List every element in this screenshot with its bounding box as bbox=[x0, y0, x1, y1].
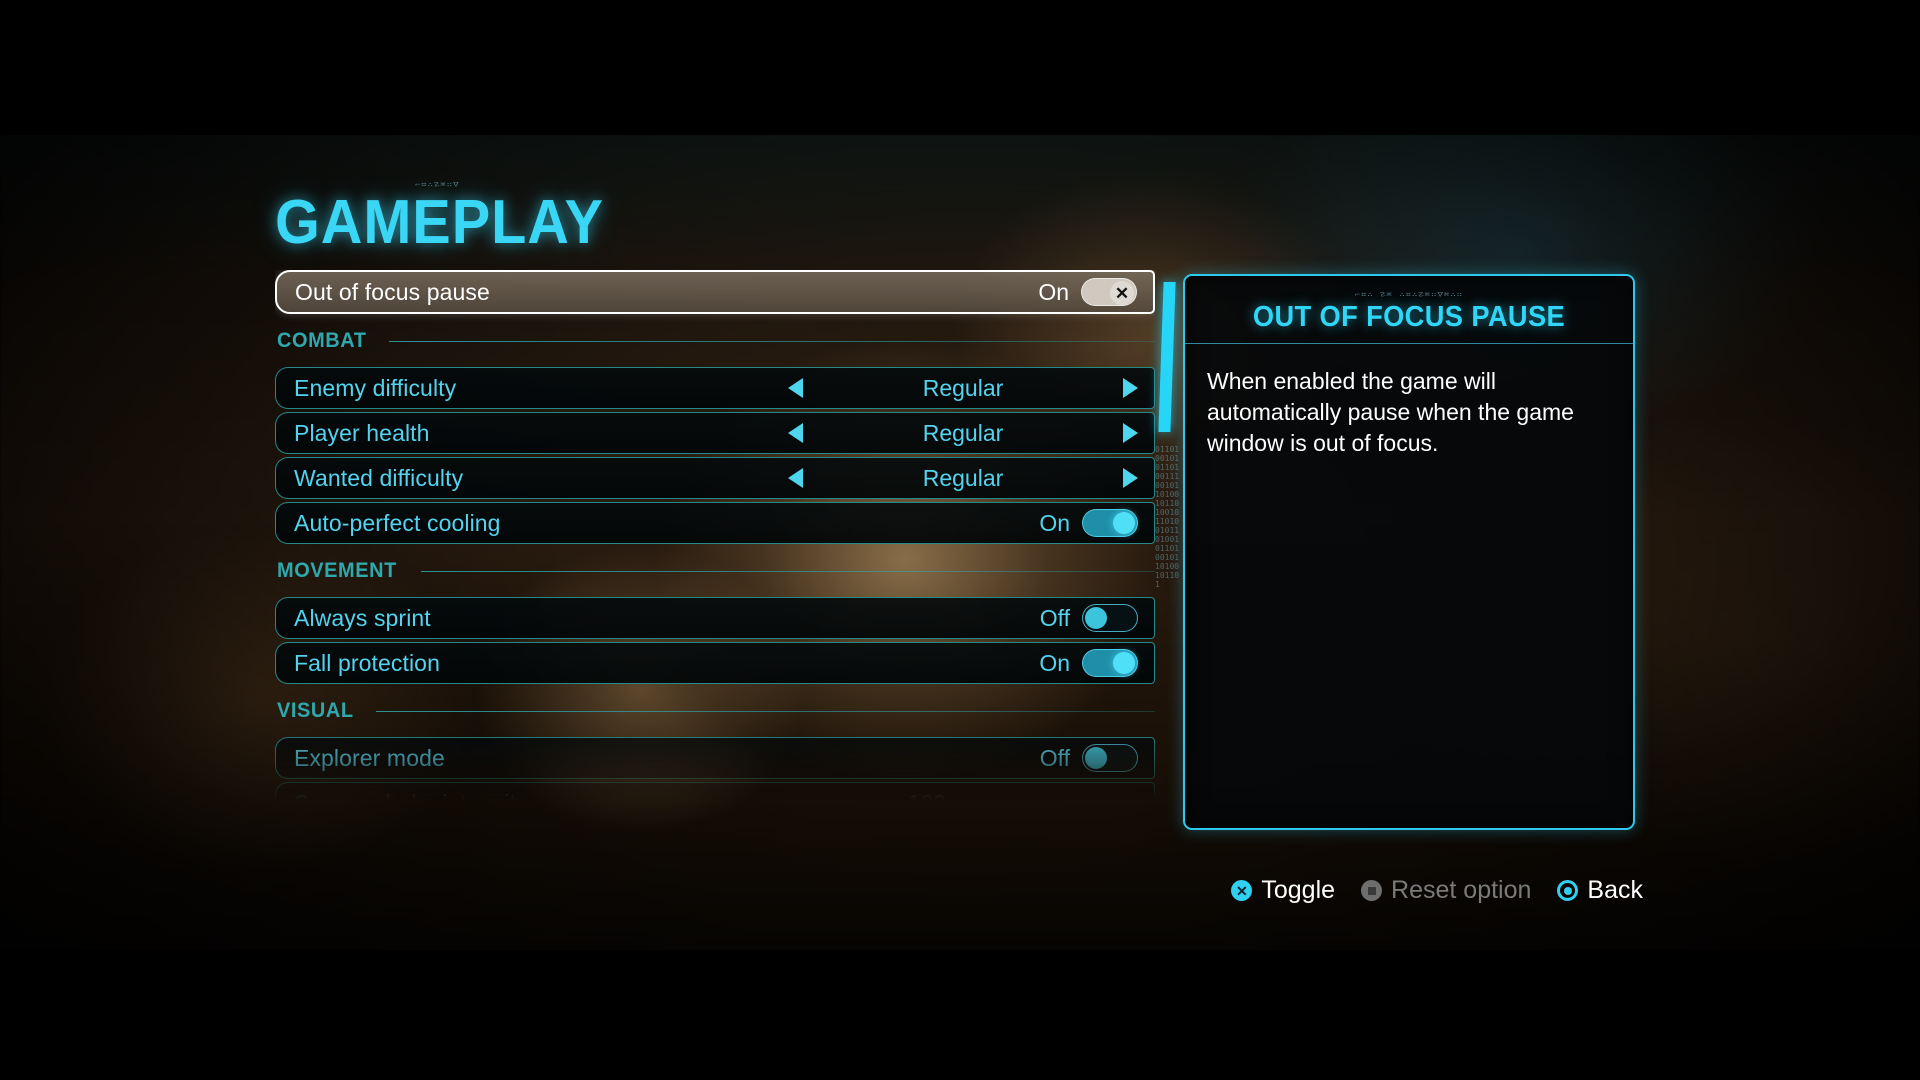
setting-row-explorer-mode[interactable]: Explorer mode Off bbox=[275, 737, 1155, 780]
section-label: MOVEMENT bbox=[277, 559, 397, 583]
square-button-icon bbox=[1361, 880, 1383, 901]
setting-row-screen-shake-intensity[interactable]: Screen shake intensity 100 bbox=[275, 782, 1155, 801]
toggle-knob-close-icon: ✕ bbox=[1110, 281, 1134, 306]
setting-label: Always sprint bbox=[294, 604, 431, 631]
setting-row-always-sprint[interactable]: Always sprint Off bbox=[275, 597, 1155, 640]
setting-label: Fall protection bbox=[294, 649, 440, 676]
setting-label: Wanted difficulty bbox=[294, 464, 464, 491]
toggle-knob bbox=[1085, 747, 1107, 770]
settings-column: ⌐⌗∴☡⌘∷∇ GAMEPLAY Out of focus pause On ✕… bbox=[275, 180, 1155, 801]
toggle-knob bbox=[1113, 652, 1135, 675]
value-stepper[interactable]: Regular bbox=[788, 465, 1138, 492]
letterbox-bottom bbox=[0, 950, 1920, 1080]
section-divider bbox=[421, 570, 1155, 572]
settings-list[interactable]: Out of focus pause On ✕ COMBAT Enemy dif… bbox=[275, 270, 1155, 801]
setting-row-fall-protection[interactable]: Fall protection On bbox=[275, 642, 1155, 685]
toggle-knob bbox=[1113, 512, 1135, 535]
setting-value: On bbox=[1039, 509, 1070, 536]
letterbox-top bbox=[0, 0, 1920, 135]
value-stepper[interactable]: Regular bbox=[788, 375, 1138, 402]
prompt-back[interactable]: Back bbox=[1557, 876, 1643, 905]
toggle-switch-out-of-focus-pause[interactable]: ✕ bbox=[1081, 278, 1137, 307]
setting-label: Out of focus pause bbox=[295, 278, 490, 305]
setting-value: Regular bbox=[922, 419, 1004, 446]
prompt-label: Toggle bbox=[1261, 876, 1336, 904]
info-panel-title-decoration: ⌐⌗∴ ☡⌘ ∴⌗∴☡⌘∷∇⌘∴∷ bbox=[1354, 291, 1464, 299]
info-panel-title: OUT OF FOCUS PAUSE bbox=[1252, 301, 1566, 333]
toggle-switch-explorer-mode[interactable] bbox=[1082, 744, 1138, 773]
setting-label: Enemy difficulty bbox=[294, 374, 457, 401]
chevron-right-icon[interactable] bbox=[1123, 378, 1138, 399]
setting-row-auto-perfect-cooling[interactable]: Auto-perfect cooling On bbox=[275, 502, 1155, 545]
setting-row-wanted-difficulty[interactable]: Wanted difficulty Regular bbox=[275, 457, 1155, 500]
setting-value: On bbox=[1038, 278, 1069, 305]
setting-row-enemy-difficulty[interactable]: Enemy difficulty Regular bbox=[275, 367, 1155, 410]
setting-value: Regular bbox=[922, 464, 1004, 491]
setting-label: Player health bbox=[294, 419, 430, 446]
info-panel-header: ⌐⌗∴ ☡⌘ ∴⌗∴☡⌘∷∇⌘∴∷ OUT OF FOCUS PAUSE bbox=[1185, 276, 1633, 344]
section-header-visual: VISUAL bbox=[275, 691, 1155, 731]
info-panel-description: When enabled the game will automatically… bbox=[1207, 368, 1574, 456]
setting-value: Regular bbox=[922, 374, 1004, 401]
cross-button-icon: ✕ bbox=[1231, 880, 1253, 901]
setting-label: Auto-perfect cooling bbox=[294, 509, 501, 536]
setting-value: Off bbox=[1039, 744, 1070, 771]
section-label: VISUAL bbox=[277, 699, 354, 723]
setting-value: Off bbox=[1039, 604, 1070, 631]
chevron-left-icon[interactable] bbox=[788, 378, 803, 399]
info-panel: ⌐⌗∴ ☡⌘ ∴⌗∴☡⌘∷∇⌘∴∷ OUT OF FOCUS PAUSE Whe… bbox=[1183, 274, 1635, 830]
slider-screen-shake-intensity[interactable] bbox=[958, 799, 1138, 801]
settings-scrollbar[interactable] bbox=[1158, 282, 1176, 802]
setting-value: 100 bbox=[908, 790, 946, 801]
toggle-switch-auto-perfect-cooling[interactable] bbox=[1082, 509, 1138, 538]
value-stepper[interactable]: Regular bbox=[788, 420, 1138, 447]
chevron-right-icon[interactable] bbox=[1123, 468, 1138, 489]
prompt-label: Reset option bbox=[1391, 876, 1532, 904]
prompt-reset-option: Reset option bbox=[1361, 876, 1531, 905]
setting-label: Screen shake intensity bbox=[294, 790, 528, 801]
section-label: COMBAT bbox=[277, 329, 367, 353]
section-header-combat: COMBAT bbox=[275, 321, 1155, 361]
button-prompt-bar: ✕ Toggle Reset option Back bbox=[1183, 876, 1643, 905]
circle-button-icon bbox=[1557, 880, 1579, 901]
section-divider bbox=[389, 340, 1155, 342]
chevron-left-icon[interactable] bbox=[788, 423, 803, 444]
prompt-toggle[interactable]: ✕ Toggle bbox=[1231, 876, 1335, 905]
game-settings-screen: ⌐⌗∴☡⌘∷∇ GAMEPLAY Out of focus pause On ✕… bbox=[0, 0, 1920, 1080]
setting-row-player-health[interactable]: Player health Regular bbox=[275, 412, 1155, 455]
page-title: GAMEPLAY bbox=[275, 188, 604, 257]
toggle-switch-always-sprint[interactable] bbox=[1082, 604, 1138, 633]
slider-fill bbox=[958, 799, 1138, 801]
toggle-switch-fall-protection[interactable] bbox=[1082, 649, 1138, 678]
section-divider bbox=[375, 710, 1155, 712]
toggle-knob bbox=[1085, 607, 1107, 630]
section-header-movement: MOVEMENT bbox=[275, 551, 1155, 591]
setting-label: Explorer mode bbox=[294, 744, 445, 771]
chevron-right-icon[interactable] bbox=[1123, 423, 1138, 444]
setting-value: On bbox=[1039, 649, 1070, 676]
chevron-left-icon[interactable] bbox=[788, 468, 803, 489]
setting-row-out-of-focus-pause[interactable]: Out of focus pause On ✕ bbox=[275, 270, 1155, 315]
prompt-label: Back bbox=[1587, 876, 1643, 904]
